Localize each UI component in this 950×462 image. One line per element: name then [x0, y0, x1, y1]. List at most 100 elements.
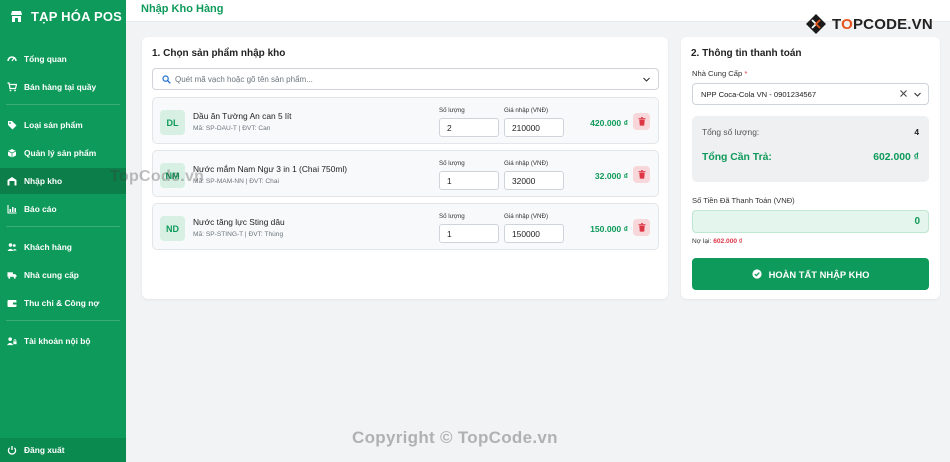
list-item: ND Nước tăng lực Sting dâu Mã: SP-STING-… [152, 203, 659, 250]
sidebar-item-label: Loại sản phẩm [24, 120, 83, 130]
tag-icon [7, 120, 17, 130]
wallet-icon [7, 298, 17, 308]
sidebar-item-tong-quan[interactable]: Tổng quan [0, 46, 126, 72]
divider [6, 104, 120, 105]
product-name: Nước tăng lực Sting dâu [193, 217, 285, 227]
payment-info-card: 2. Thông tin thanh toán Nhà Cung Cấp * N… [681, 37, 940, 299]
total-quantity-label: Tổng số lượng: [702, 127, 760, 137]
price-field[interactable]: 150000 [504, 224, 564, 243]
sidebar-item-label: Báo cáo [24, 204, 57, 214]
store-icon [10, 10, 23, 23]
sidebar-item-label: Quản lý sản phẩm [24, 148, 97, 158]
remaining-debt: Nợ lại: 602.000 ₫ [692, 238, 742, 245]
debt-value: 602.000 ₫ [713, 238, 743, 245]
divider [6, 320, 120, 321]
brand[interactable]: TẠP HÓA POS [0, 0, 126, 32]
sidebar-item-loai-san-pham[interactable]: Loại sản phẩm [0, 112, 126, 138]
delete-row-button[interactable] [633, 166, 650, 183]
sidebar-item-label: Nhà cung cấp [24, 270, 79, 280]
product-meta: Mã: SP-MAM-NN | ĐVT: Chai [193, 178, 279, 185]
line-total: 32.000 ₫ [594, 171, 628, 181]
complete-import-label: HOÀN TẤT NHẬP KHO [768, 268, 870, 280]
warehouse-icon [7, 176, 17, 186]
copyright-watermark: Copyright © TopCode.vn [352, 428, 558, 447]
logo-text: TOPCODE.VN [832, 16, 933, 33]
quantity-field[interactable]: 1 [439, 171, 499, 190]
delete-row-button[interactable] [633, 219, 650, 236]
card-title: 1. Chọn sản phẩm nhập kho [152, 48, 286, 59]
clear-icon[interactable] [899, 89, 908, 98]
total-due-label: Tổng Cần Trả: [702, 152, 772, 163]
logo-text-b: PCODE.VN [852, 15, 933, 33]
quantity-field[interactable]: 2 [439, 118, 499, 137]
cart-icon [7, 82, 17, 92]
order-summary: Tổng số lượng: 4 Tổng Cần Trả: 602.000 ₫ [692, 116, 929, 182]
sidebar-item-nhap-kho[interactable]: Nhập kho [0, 168, 126, 194]
chart-icon [7, 204, 17, 214]
supplier-label-text: Nhà Cung Cấp [692, 69, 743, 78]
users-icon [7, 242, 17, 252]
line-total: 420.000 ₫ [590, 118, 628, 128]
sidebar-item-nha-cung-cap[interactable]: Nhà cung cấp [0, 262, 126, 288]
sidebar-item-label: Thu chi & Công nợ [24, 298, 100, 308]
card-title: 2. Thông tin thanh toán [691, 48, 802, 59]
truck-icon [7, 270, 17, 280]
quantity-label: Số lượng [439, 107, 465, 114]
complete-import-button[interactable]: HOÀN TẤT NHẬP KHO [692, 258, 929, 290]
supplier-value: NPP Coca-Cola VN - 0901234567 [701, 89, 817, 99]
sidebar-item-khach-hang[interactable]: Khách hàng [0, 234, 126, 260]
quantity-label: Số lượng [439, 213, 465, 220]
list-item: DL Dầu ăn Tường An can 5 lít Mã: SP-DAU-… [152, 97, 659, 144]
price-field[interactable]: 32000 [504, 171, 564, 190]
product-avatar: ND [160, 216, 185, 241]
product-meta: Mã: SP-STING-T | ĐVT: Thùng [193, 231, 284, 238]
logo-mark-icon [803, 11, 829, 37]
logout-button[interactable]: Đăng xuất [0, 438, 126, 462]
logout-icon [7, 445, 17, 455]
paid-amount-label: Số Tiền Đã Thanh Toán (VNĐ) [692, 196, 795, 205]
price-label: Giá nhập (VNĐ) [504, 160, 549, 167]
sidebar-item-quan-ly-san-pham[interactable]: Quản lý sản phẩm [0, 140, 126, 166]
product-meta: Mã: SP-DAU-T | ĐVT: Can [193, 125, 271, 132]
total-quantity-value: 4 [914, 127, 919, 137]
brand-title: TẠP HÓA POS [31, 8, 123, 24]
sidebar-item-ban-hang[interactable]: Bán hàng tại quầy [0, 74, 126, 100]
sidebar-item-tai-khoan[interactable]: Tài khoản nội bộ [0, 328, 126, 354]
total-due-value: 602.000 ₫ [873, 152, 919, 163]
product-name: Nước mắm Nam Ngư 3 in 1 (Chai 750ml) [193, 164, 348, 174]
chevron-down-icon [642, 75, 651, 84]
check-circle-icon [751, 269, 762, 279]
search-placeholder: Quét mã vạch hoặc gõ tên sản phẩm... [175, 74, 313, 84]
list-item: NM Nước mắm Nam Ngư 3 in 1 (Chai 750ml) … [152, 150, 659, 197]
chevron-down-icon [913, 90, 922, 99]
quantity-label: Số lượng [439, 160, 465, 167]
trash-icon [638, 166, 646, 184]
box-icon [7, 148, 17, 158]
supplier-select[interactable]: NPP Coca-Cola VN - 0901234567 [692, 83, 929, 105]
line-total: 150.000 ₫ [590, 224, 628, 234]
product-name: Dầu ăn Tường An can 5 lít [193, 111, 292, 121]
watermark-text: TopCode.vn [110, 168, 205, 185]
sidebar-item-label: Nhập kho [24, 176, 63, 186]
sidebar-item-thu-chi[interactable]: Thu chi & Công nợ [0, 290, 126, 316]
topcode-logo: TOPCODE.VN [803, 11, 933, 37]
quantity-field[interactable]: 1 [439, 224, 499, 243]
price-field[interactable]: 210000 [504, 118, 564, 137]
gauge-icon [7, 54, 17, 64]
price-label: Giá nhập (VNĐ) [504, 213, 549, 220]
price-label: Giá nhập (VNĐ) [504, 107, 549, 114]
product-selection-card: 1. Chọn sản phẩm nhập kho Quét mã vạch h… [142, 37, 668, 299]
search-icon [162, 74, 171, 84]
divider [6, 226, 120, 227]
sidebar-item-label: Tổng quan [24, 54, 67, 64]
debt-label: Nợ lại: [692, 238, 712, 245]
paid-amount-input[interactable]: 0 [692, 210, 929, 233]
delete-row-button[interactable] [633, 113, 650, 130]
product-search-input[interactable]: Quét mã vạch hoặc gõ tên sản phẩm... [152, 68, 659, 90]
user-lock-icon [7, 336, 17, 346]
sidebar-item-label: Khách hàng [24, 242, 72, 252]
sidebar-item-bao-cao[interactable]: Báo cáo [0, 196, 126, 222]
logo-text-o: O [841, 15, 853, 33]
trash-icon [638, 113, 646, 131]
supplier-label: Nhà Cung Cấp * [692, 69, 747, 78]
